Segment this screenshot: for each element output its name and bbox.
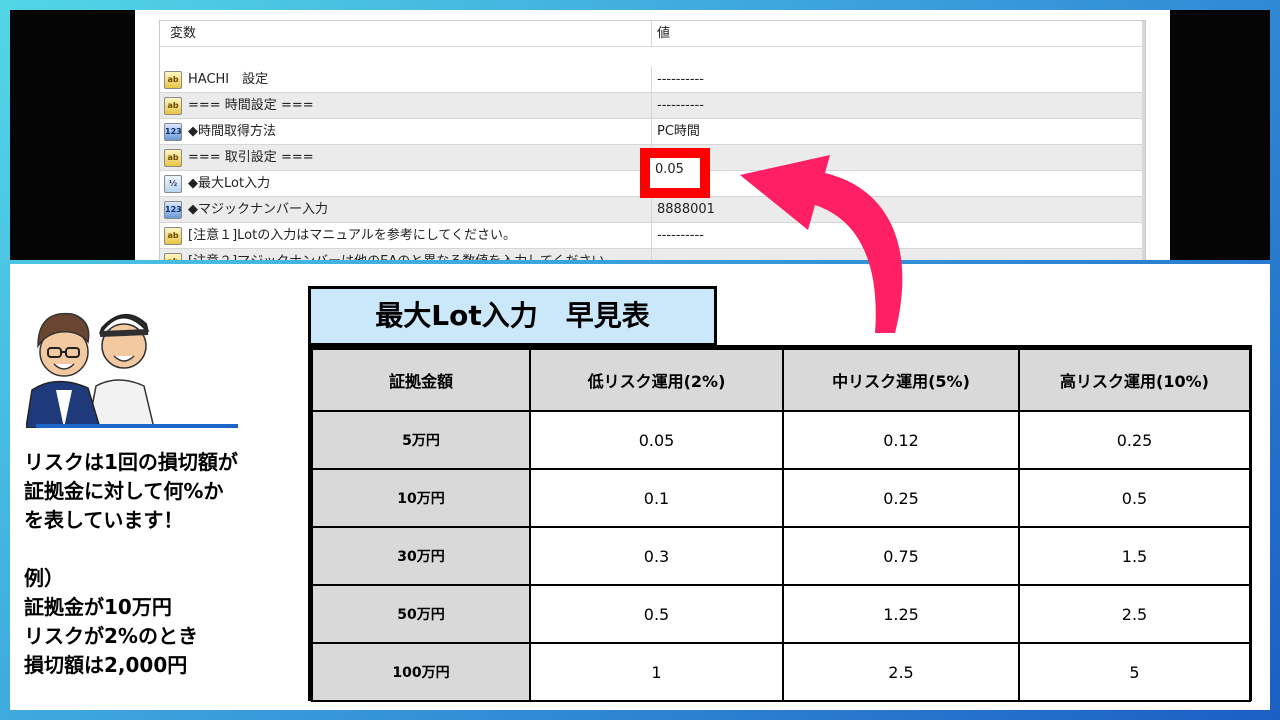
param-name: [注意１]Lotの入力はマニュアルを参考にしてください。 [160,223,652,249]
lot-cell: 1.5 [1018,526,1251,586]
grid-row[interactable]: ab [注意１]Lotの入力はマニュアルを参考にしてください。 --------… [160,223,1145,249]
lot-quick-reference-table: 証拠金額 低リスク運用(2%) 中リスク運用(5%) 高リスク運用(10%) 5… [311,348,1251,702]
param-name: ◆最大Lot入力 [160,171,652,197]
param-name: ◆時間取得方法 [160,119,652,145]
param-name: [注意２]マジックナンバーは他のEAのと異なる数値を入力してください。 [160,249,652,260]
lot-cell: 0.5 [529,584,784,644]
param-name: HACHI 設定 [160,67,652,93]
param-value[interactable]: ---------- [657,67,1145,93]
lot-cell: 2.5 [782,642,1020,702]
grid-header-name: 変数 [160,21,652,47]
lot-cell: 0.3 [529,526,784,586]
grid-row[interactable]: ab === 時間設定 === ---------- [160,93,1145,119]
highlighted-lot-value: 0.05 [655,162,684,177]
lot-table-container: 証拠金額 低リスク運用(2%) 中リスク運用(5%) 高リスク運用(10%) 5… [308,345,1252,702]
pointer-arrow-icon [740,155,903,333]
param-value[interactable]: ---------- [657,93,1145,119]
grid-header-value: 値 [657,26,671,41]
grid-row[interactable]: 123 ◆時間取得方法 PC時間 [160,119,1145,145]
lot-cell: 0.25 [1018,410,1251,470]
margin-cell: 5万円 [311,410,531,470]
lot-cell: 0.12 [782,410,1020,470]
table-row: 50万円 0.5 1.25 2.5 [311,584,1251,644]
avatar-underline [36,424,238,428]
lot-cell: 0.05 [529,410,784,470]
input-parameters-grid: 変数 値 ab HACHI 設定 ---------- ab === 時間設定 … [159,20,1146,260]
grid-row[interactable]: 123 ◆マジックナンバー入力 8888001 [160,197,1145,223]
lot-cell: 0.1 [529,468,784,528]
grid-row[interactable]: ab [注意２]マジックナンバーは他のEAのと異なる数値を入力してください。 -… [160,249,1145,260]
grid-header-row: 変数 値 [160,21,1145,47]
header-margin-amount: 証拠金額 [311,348,531,412]
param-name: === 時間設定 === [160,93,652,119]
grid-scrollbar[interactable] [1142,21,1145,260]
table-row: 30万円 0.3 0.75 1.5 [311,526,1251,586]
param-name: === 取引設定 === [160,145,652,171]
two-men-avatar [26,312,155,428]
table-header-row: 証拠金額 低リスク運用(2%) 中リスク運用(5%) 高リスク運用(10%) [311,348,1251,412]
table-row: 10万円 0.1 0.25 0.5 [311,468,1251,528]
margin-cell: 50万円 [311,584,531,644]
margin-cell: 30万円 [311,526,531,586]
margin-cell: 100万円 [311,642,531,702]
lot-cell: 0.25 [782,468,1020,528]
header-mid-risk: 中リスク運用(5%) [782,348,1020,412]
lot-cell: 5 [1018,642,1251,702]
lot-table-title: 最大Lot入力 早見表 [308,286,717,346]
param-name: ◆マジックナンバー入力 [160,197,652,223]
lot-cell: 1.25 [782,584,1020,644]
grid-row[interactable]: ab HACHI 設定 ---------- [160,67,1145,93]
ea-settings-window: 変数 値 ab HACHI 設定 ---------- ab === 時間設定 … [135,10,1170,260]
header-low-risk: 低リスク運用(2%) [529,348,784,412]
table-row: 100万円 1 2.5 5 [311,642,1251,702]
max-lot-highlight-box: 0.05 [640,148,710,198]
table-row: 5万円 0.05 0.12 0.25 [311,410,1251,470]
lot-cell: 0.5 [1018,468,1251,528]
margin-cell: 10万円 [311,468,531,528]
lot-cell: 2.5 [1018,584,1251,644]
lot-cell: 1 [529,642,784,702]
lot-cell: 0.75 [782,526,1020,586]
header-high-risk: 高リスク運用(10%) [1018,348,1251,412]
risk-explanation-text: リスクは1回の損切額が 証拠金に対して何%か を表しています！ 例） 証拠金が1… [24,450,238,677]
